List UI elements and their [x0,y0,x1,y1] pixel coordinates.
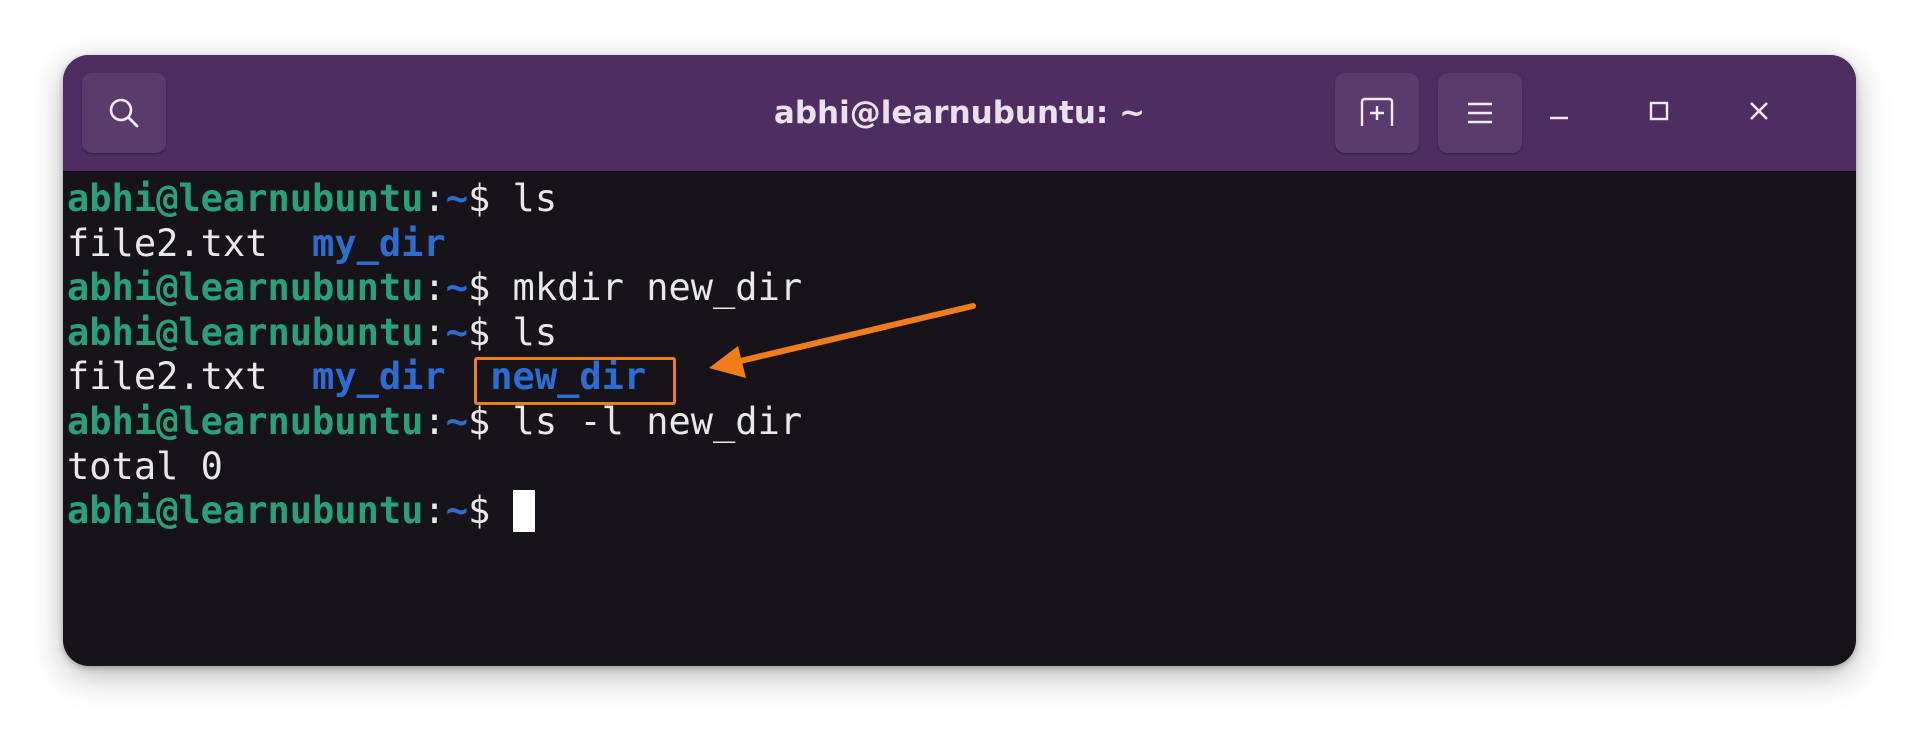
output-line: file2.txt my_dir [67,222,1856,267]
active-prompt-line[interactable]: abhi@learnubuntu:~$ [67,489,1856,534]
output-line: total 0 [67,445,1856,490]
prompt-symbol: $ [467,266,513,310]
prompt-path: ~ [445,489,468,533]
command-line: abhi@learnubuntu:~$ mkdir new_dir [67,266,1856,311]
command-text: ls -l new_dir [512,399,803,443]
file-entry: file2.txt [67,355,268,399]
prompt-colon: : [423,310,446,354]
hamburger-menu-icon [1465,100,1495,126]
prompt-user: abhi@learnubuntu [67,266,424,310]
file-entry: file2.txt [67,221,268,265]
prompt-symbol: $ [467,310,513,354]
prompt-user: abhi@learnubuntu [67,310,424,354]
prompt-colon: : [423,489,446,533]
maximize-button[interactable] [1629,83,1689,143]
annotation-highlight-box [474,357,676,405]
prompt-path: ~ [445,177,468,220]
terminal-output[interactable]: abhi@learnubuntu:~$ ls file2.txt my_dir … [67,177,1856,666]
text-cursor [512,490,535,533]
minimize-icon [1547,99,1571,128]
command-line: abhi@learnubuntu:~$ ls [67,311,1856,356]
command-text: ls [512,177,558,220]
command-line: abhi@learnubuntu:~$ ls -l new_dir [67,400,1856,445]
prompt-user: abhi@learnubuntu [67,489,424,533]
prompt-path: ~ [445,310,468,354]
prompt-colon: : [423,399,446,443]
prompt-user: abhi@learnubuntu [67,177,424,220]
prompt-path: ~ [445,399,468,443]
command-text: ls [512,310,558,354]
output-text: total 0 [67,444,223,488]
dir-entry: my_dir [312,221,446,265]
close-button[interactable] [1729,83,1789,143]
close-icon [1747,99,1771,128]
prompt-user: abhi@learnubuntu [67,399,424,443]
prompt-colon: : [423,266,446,310]
header-bar: abhi@learnubuntu: ~ [63,55,1856,171]
menu-button[interactable] [1438,73,1522,153]
search-icon [107,96,141,130]
minimize-button[interactable] [1529,83,1589,143]
prompt-colon: : [423,177,446,220]
prompt-symbol: $ [467,399,513,443]
maximize-icon [1647,99,1671,128]
new-tab-button[interactable] [1335,73,1419,153]
prompt-symbol: $ [467,177,513,220]
prompt-path: ~ [445,266,468,310]
output-line: file2.txt my_dir new_dir [67,355,1856,400]
command-text: mkdir new_dir [512,266,803,310]
search-button[interactable] [82,73,166,153]
terminal-window: abhi@learnubuntu: ~ abhi@learnubuntu:~$ … [63,55,1856,666]
dir-entry: my_dir [312,355,446,399]
prompt-symbol: $ [467,489,513,533]
new-tab-icon [1358,96,1396,130]
command-line: abhi@learnubuntu:~$ ls [67,177,1856,222]
